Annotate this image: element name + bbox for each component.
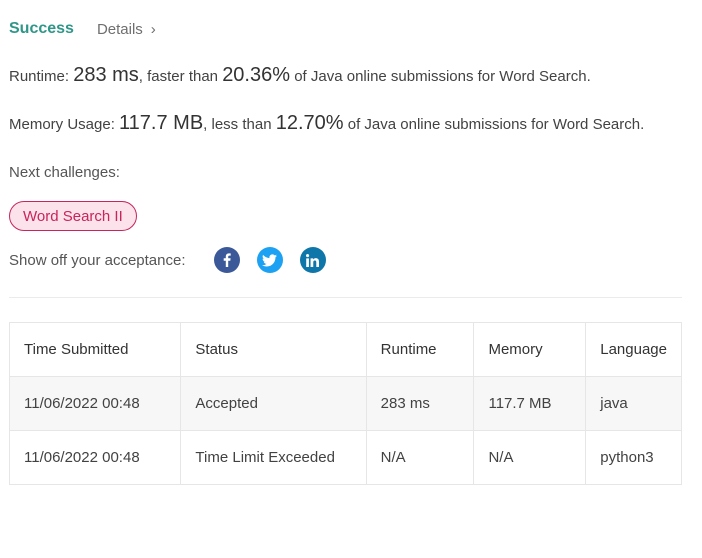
table-header-row: Time Submitted Status Runtime Memory Lan… bbox=[8, 322, 682, 377]
submissions-table: Time Submitted Status Runtime Memory Lan… bbox=[8, 322, 682, 485]
cell-status-link[interactable]: Accepted bbox=[180, 376, 367, 431]
cell-language: python3 bbox=[585, 430, 682, 485]
details-link[interactable]: Details › bbox=[97, 21, 156, 38]
share-row: Show off your acceptance: bbox=[9, 246, 343, 274]
next-challenges-label: Next challenges: bbox=[9, 164, 120, 181]
submission-result-page: Success Details › Runtime: 283 ms, faste… bbox=[0, 0, 702, 558]
memory-percent: 12.70% bbox=[275, 112, 344, 134]
memory-label: Memory Usage: bbox=[9, 116, 115, 133]
header-time-submitted[interactable]: Time Submitted bbox=[8, 322, 182, 377]
result-header: Success Details › bbox=[9, 18, 156, 40]
runtime-label: Runtime: bbox=[9, 68, 70, 85]
memory-middle: , less than bbox=[203, 116, 272, 133]
chevron-right-icon: › bbox=[150, 20, 156, 38]
facebook-glyph bbox=[223, 253, 231, 267]
cell-runtime: N/A bbox=[365, 430, 475, 485]
cell-time: 11/06/2022 00:48 bbox=[8, 376, 182, 431]
cell-runtime: 283 ms bbox=[365, 376, 475, 431]
share-label: Show off your acceptance: bbox=[9, 251, 186, 269]
runtime-suffix: of Java online submissions for Word Sear… bbox=[294, 68, 591, 85]
cell-status-link[interactable]: Time Limit Exceeded bbox=[180, 430, 367, 485]
cell-language: java bbox=[585, 376, 682, 431]
twitter-icon[interactable] bbox=[256, 247, 283, 273]
memory-value: 117.7 MB bbox=[119, 112, 204, 134]
memory-suffix: of Java online submissions for Word Sear… bbox=[347, 116, 645, 133]
cell-memory: 117.7 MB bbox=[473, 376, 587, 431]
facebook-icon[interactable] bbox=[213, 247, 240, 273]
success-status: Success bbox=[9, 20, 74, 37]
twitter-glyph bbox=[262, 253, 277, 266]
section-divider bbox=[9, 297, 682, 298]
runtime-middle: , faster than bbox=[138, 68, 219, 85]
runtime-stat: Runtime: 283 ms, faster than 20.36% of J… bbox=[9, 64, 591, 87]
header-runtime[interactable]: Runtime bbox=[365, 322, 475, 377]
table-row: 11/06/2022 00:48 Time Limit Exceeded N/A… bbox=[8, 430, 682, 485]
linkedin-glyph bbox=[306, 253, 319, 267]
memory-stat: Memory Usage: 117.7 MB, less than 12.70%… bbox=[9, 112, 644, 135]
runtime-value: 283 ms bbox=[73, 64, 139, 86]
cell-memory: N/A bbox=[473, 430, 587, 485]
runtime-percent: 20.36% bbox=[222, 64, 291, 86]
linkedin-icon[interactable] bbox=[299, 247, 326, 273]
details-label: Details bbox=[96, 20, 143, 38]
cell-time: 11/06/2022 00:48 bbox=[8, 430, 182, 485]
header-status[interactable]: Status bbox=[180, 322, 367, 377]
challenge-word-search-ii[interactable]: Word Search II bbox=[9, 201, 137, 231]
social-buttons bbox=[213, 247, 343, 273]
table-row: 11/06/2022 00:48 Accepted 283 ms 117.7 M… bbox=[8, 376, 682, 431]
header-memory[interactable]: Memory bbox=[473, 322, 587, 377]
header-language[interactable]: Language bbox=[585, 322, 682, 377]
